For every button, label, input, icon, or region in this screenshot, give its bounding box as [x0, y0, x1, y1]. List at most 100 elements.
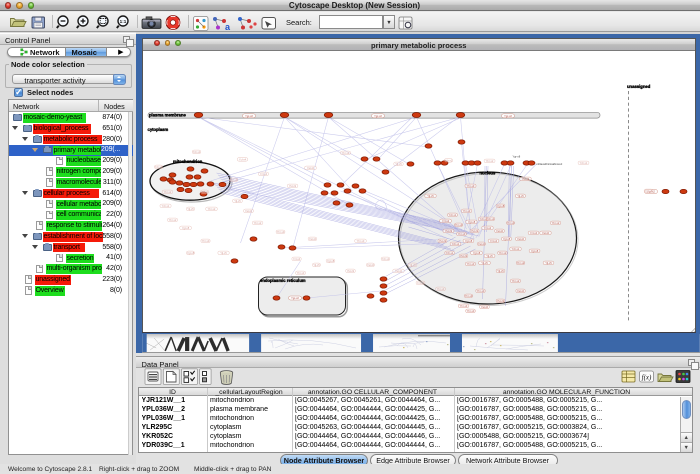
svg-text:Ydr-x1: Ydr-x1	[487, 217, 495, 221]
svg-text:Yhr-x3: Yhr-x3	[277, 230, 285, 234]
svg-text:Ygl-x8: Ygl-x8	[182, 226, 190, 230]
svg-text:Ycl-x4: Ycl-x4	[484, 226, 492, 230]
svg-text:Yhr-x3: Yhr-x3	[458, 232, 466, 236]
svg-text:Ygl-x8: Ygl-x8	[327, 259, 335, 263]
svg-text:Yjl-x5: Yjl-x5	[395, 162, 402, 166]
svg-text:Ydr-x1: Ydr-x1	[193, 150, 201, 154]
svg-text:Ycl-x4: Ycl-x4	[293, 257, 301, 261]
svg-text:Yal-x0: Yal-x0	[307, 166, 315, 170]
svg-text:Yal-x0: Yal-x0	[542, 231, 550, 235]
svg-text:Ykl-x9: Ykl-x9	[289, 184, 297, 188]
svg-text:Yal-x0: Yal-x0	[201, 190, 209, 194]
svg-text:Yal-x0: Yal-x0	[478, 242, 486, 246]
svg-text:Ybr-x2: Ybr-x2	[254, 221, 262, 225]
svg-text:Ygr-x2: Ygr-x2	[245, 114, 253, 118]
svg-text:Ydr-x1: Ydr-x1	[452, 242, 460, 246]
svg-text:Ydr-x1: Ydr-x1	[445, 159, 453, 163]
svg-text:Yhr-x3: Yhr-x3	[357, 239, 365, 243]
svg-text:Yjl-x5: Yjl-x5	[409, 263, 416, 267]
svg-text:Yhr-x3: Yhr-x3	[467, 262, 475, 266]
svg-text:Yhr-x3: Yhr-x3	[455, 223, 463, 227]
svg-text:Yjl-x5: Yjl-x5	[313, 263, 320, 267]
svg-text:Yjl-x5: Yjl-x5	[427, 194, 434, 198]
svg-text:endoplasmic reticulum: endoplasmic reticulum	[260, 278, 306, 283]
svg-text:Yhr-x3: Yhr-x3	[230, 178, 238, 182]
svg-text:Yjl-x5: Yjl-x5	[486, 254, 493, 258]
svg-text:Ydr-x1: Ydr-x1	[512, 247, 520, 251]
svg-text:f(x): f(x)	[642, 374, 652, 382]
svg-text:Ygr-x8: Ygr-x8	[513, 155, 521, 159]
svg-text:nucleus: nucleus	[480, 171, 496, 176]
svg-text:Ybr-x2: Ybr-x2	[169, 218, 177, 222]
svg-text:Yjl-x5: Yjl-x5	[497, 269, 504, 273]
svg-text:Ykl-x9: Ykl-x9	[497, 299, 505, 303]
svg-text:cytoplasm: cytoplasm	[148, 127, 169, 132]
svg-text:Ygl-x8: Ygl-x8	[468, 220, 476, 224]
svg-text:Ykl-x9: Ykl-x9	[460, 254, 468, 258]
svg-text:Yhr-x3: Yhr-x3	[463, 209, 471, 213]
svg-text:Ybr-x2: Ybr-x2	[164, 190, 172, 194]
svg-text:Ygr-x2: Ygr-x2	[291, 296, 299, 300]
svg-text:Yjl-x5: Yjl-x5	[481, 261, 488, 265]
svg-text:Ybr-x2: Ybr-x2	[552, 221, 560, 225]
svg-text:Yjl-x5: Yjl-x5	[220, 251, 227, 255]
svg-text:Ykl-x9: Ykl-x9	[439, 239, 447, 243]
svg-text:mhlaustfmirmaifmwi-xl: mhlaustfmirmaifmwi-xl	[537, 162, 563, 166]
svg-text:Yhr-x3: Yhr-x3	[507, 221, 515, 225]
svg-text:Yal-x0: Yal-x0	[496, 229, 504, 233]
svg-text:Ybr-x2: Ybr-x2	[486, 159, 494, 163]
svg-text:Ydr-x1: Ydr-x1	[449, 213, 457, 217]
svg-text:Ygl-x8: Ygl-x8	[645, 189, 653, 193]
svg-text:Yal-x0: Yal-x0	[309, 237, 317, 241]
svg-text:Yhr-x3: Yhr-x3	[467, 184, 475, 188]
svg-text:Yhr-x3: Yhr-x3	[460, 304, 468, 308]
svg-text:plasma membrane: plasma membrane	[149, 113, 186, 118]
svg-text:Yjl-x5: Yjl-x5	[517, 194, 524, 198]
svg-text:Ycl-x4: Ycl-x4	[260, 172, 268, 176]
svg-text:Yhr-x3: Yhr-x3	[297, 271, 305, 275]
svg-text:Ybr-x2: Ybr-x2	[517, 261, 525, 265]
svg-text:a: a	[225, 22, 231, 32]
svg-text:mitochondrion: mitochondrion	[173, 159, 203, 164]
svg-text:Yal-x0: Yal-x0	[517, 237, 525, 241]
svg-text:1:1: 1:1	[120, 19, 127, 24]
svg-text:Ygl-x8: Ygl-x8	[503, 237, 511, 241]
svg-text:Ykl-x9: Ykl-x9	[445, 229, 453, 233]
svg-text:Yal-x0: Yal-x0	[245, 209, 253, 213]
svg-text:Yhr-x3: Yhr-x3	[467, 309, 475, 313]
svg-text:Ycl-x4: Ycl-x4	[442, 219, 450, 223]
svg-text:Yhr-x3: Yhr-x3	[202, 239, 210, 243]
svg-text:Ykl-x9: Ykl-x9	[522, 177, 530, 181]
svg-text:Ybr-x2: Ybr-x2	[499, 251, 507, 255]
svg-text:Ycl-x4: Ycl-x4	[239, 158, 247, 162]
svg-text:Ykl-x9: Ykl-x9	[347, 269, 355, 273]
svg-text:Ygl-x8: Ygl-x8	[531, 249, 539, 253]
svg-text:Ygl-x8: Ygl-x8	[187, 251, 195, 255]
svg-text:Ybr-x2: Ybr-x2	[342, 151, 350, 155]
svg-text:Yal-x0: Yal-x0	[395, 269, 403, 273]
svg-text:Ykl-x9: Ykl-x9	[471, 229, 479, 233]
svg-text:Ycl-x4: Ycl-x4	[530, 231, 538, 235]
svg-text:Ygr-x2: Ygr-x2	[504, 114, 512, 118]
svg-text:Yjl-x5: Yjl-x5	[234, 199, 241, 203]
svg-text:Yhr-x3: Yhr-x3	[477, 289, 485, 293]
svg-text:Yal-x0: Yal-x0	[367, 263, 375, 267]
svg-text:unassigned: unassigned	[627, 84, 651, 89]
svg-text:Ygl-x8: Ygl-x8	[497, 204, 505, 208]
svg-text:Yal-x0: Yal-x0	[481, 305, 489, 309]
svg-text:Ydr-x1: Ydr-x1	[446, 251, 454, 255]
svg-text:Yhr-x3: Yhr-x3	[465, 294, 473, 298]
svg-text:Ybr-x2: Ybr-x2	[512, 279, 520, 283]
svg-text:Ycl-x4: Ycl-x4	[490, 239, 498, 243]
svg-text:Ycl-x4: Ycl-x4	[417, 281, 425, 285]
svg-text:Yhr-x3: Yhr-x3	[437, 287, 445, 291]
svg-text:Ygr-x2: Ygr-x2	[374, 114, 382, 118]
svg-text:Ydr-x1: Ydr-x1	[382, 257, 390, 261]
svg-text:Ydr-x1: Ydr-x1	[580, 161, 588, 165]
svg-text:Ydr-x1: Ydr-x1	[162, 204, 170, 208]
svg-text:Yjl-x5: Yjl-x5	[187, 207, 194, 211]
svg-text:Ygl-x8: Ygl-x8	[465, 239, 473, 243]
svg-text:Yjl-x5: Yjl-x5	[545, 261, 552, 265]
svg-text:Ydr-x1: Ydr-x1	[155, 165, 163, 169]
svg-text:Ygl-x8: Ygl-x8	[473, 251, 481, 255]
